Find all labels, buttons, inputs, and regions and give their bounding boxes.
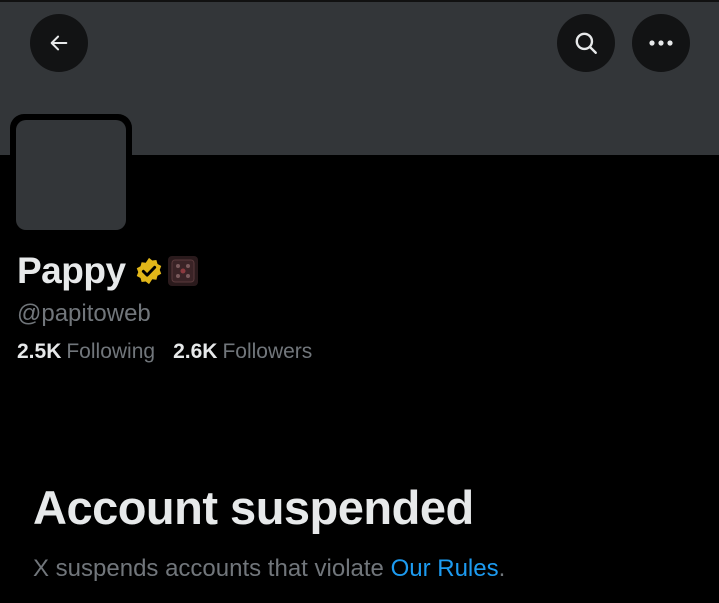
profile-name: Pappy <box>17 250 126 291</box>
profile-name-row: Pappy <box>17 250 198 292</box>
avatar-placeholder <box>16 120 126 230</box>
back-button[interactable] <box>30 14 88 72</box>
profile-stats: 2.5K Following 2.6K Followers <box>17 340 330 364</box>
followers-count: 2.6K <box>173 340 218 363</box>
arrow-left-icon <box>50 35 68 51</box>
suspension-message-suffix: . <box>498 555 506 582</box>
following-label: Following <box>66 340 156 363</box>
more-horizontal-icon <box>649 40 673 46</box>
suspension-message-prefix: X suspends accounts that violate <box>33 555 391 582</box>
profile-handle: @papitoweb <box>17 300 151 327</box>
avatar[interactable] <box>10 114 132 236</box>
following-count: 2.5K <box>17 340 62 363</box>
following-link[interactable]: 2.5K Following <box>17 340 155 364</box>
our-rules-link[interactable]: Our Rules <box>391 555 499 582</box>
affiliate-badge-icon-graphic <box>171 259 195 283</box>
suspension-title: Account suspended <box>33 481 474 534</box>
followers-label: Followers <box>222 340 313 363</box>
suspension-message: X suspends accounts that violate Our Rul… <box>33 555 505 583</box>
top-divider <box>0 0 719 2</box>
search-button[interactable] <box>557 14 615 72</box>
gold-verified-badge-icon[interactable] <box>134 256 164 286</box>
followers-link[interactable]: 2.6K Followers <box>173 340 312 364</box>
more-options-button[interactable] <box>632 14 690 72</box>
search-icon <box>575 32 597 54</box>
affiliate-badge-icon[interactable] <box>167 256 198 286</box>
